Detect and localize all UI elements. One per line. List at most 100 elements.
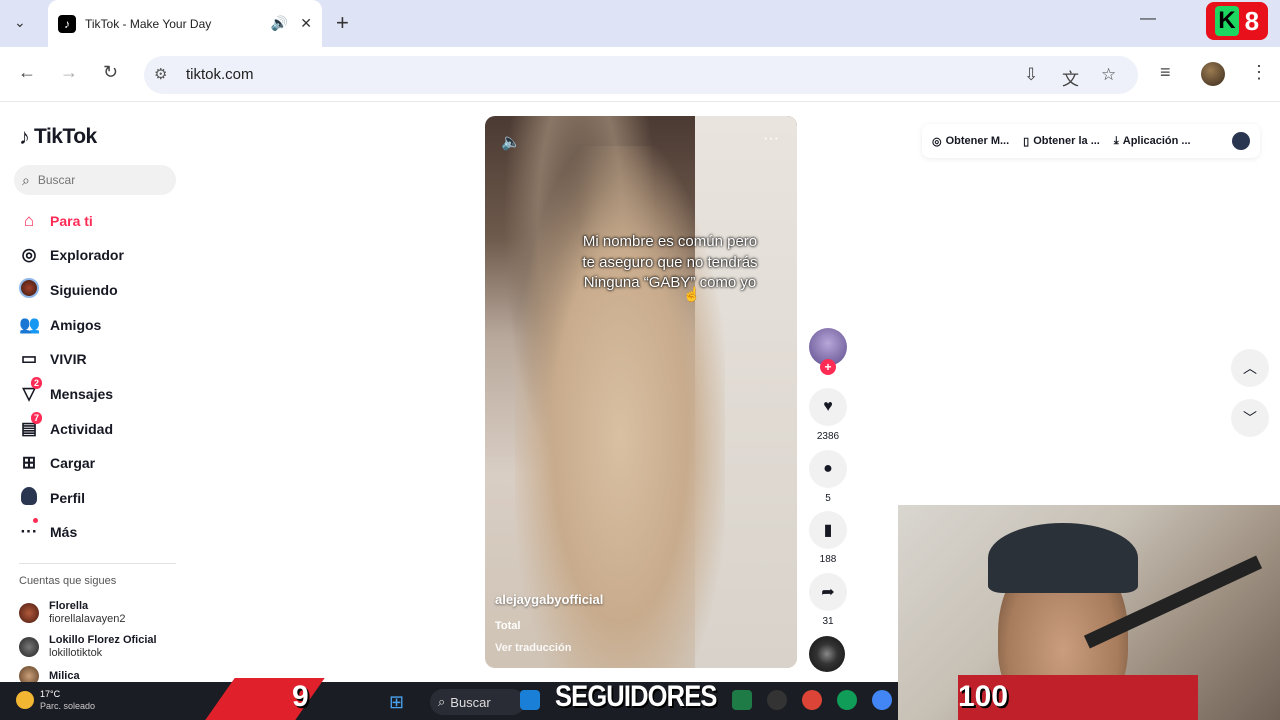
excel-icon[interactable] [732, 690, 752, 710]
followed-account[interactable]: Lokillo Florez Oficial lokillotiktok [19, 634, 157, 660]
sidebar-item-amigos[interactable]: 👥 Amigos [19, 310, 101, 340]
sidebar-item-perfil[interactable]: Perfil [19, 483, 85, 513]
profile-icon [19, 486, 39, 510]
sidebar-divider [19, 563, 176, 564]
logo-text: TikTok [34, 125, 97, 148]
forward-icon[interactable]: → [60, 62, 78, 83]
close-tab-icon[interactable]: ✕ [300, 15, 312, 32]
previous-video-button[interactable]: ︿ [1231, 349, 1269, 387]
sidebar-item-label: VIVIR [50, 351, 87, 367]
video-caption: Mi nombre es común pero te aseguro que n… [555, 232, 785, 294]
chrome-profile-icon[interactable] [837, 690, 857, 710]
browser-toolbar: ← → ↻ ⚙ tiktok.com ⇩ 文 ☆ ≡ ⋮ [0, 47, 1280, 102]
tab-search-chevron-icon[interactable]: ⌄ [14, 14, 26, 31]
sidebar-item-label: Cargar [50, 455, 96, 471]
webcam-overlay [898, 505, 1280, 720]
coin-icon: ◎ [932, 135, 942, 148]
next-video-button[interactable]: ﹀ [1231, 399, 1269, 437]
desktop-app-button[interactable]: ⤓ Aplicación ... [1114, 135, 1191, 148]
more-icon: ··· [19, 518, 39, 542]
follower-counter-current: 9 [292, 680, 309, 713]
taskbar-search[interactable]: ⌕ Buscar [430, 689, 525, 715]
following-accounts-title: Cuentas que sigues [19, 575, 117, 587]
user-avatar[interactable] [1232, 132, 1250, 150]
browser-menu-icon[interactable]: ⋮ [1250, 62, 1268, 83]
reload-icon[interactable]: ↻ [103, 62, 118, 83]
share-button[interactable]: ➦ 31 [809, 573, 847, 627]
tiktok-logo[interactable]: ♪ TikTok [19, 124, 97, 150]
address-bar[interactable]: ⚙ tiktok.com ⇩ 文 ☆ [144, 56, 1138, 94]
search-box[interactable]: ⌕ [14, 165, 176, 195]
overlay-k-number: 8 [1244, 5, 1260, 36]
comment-icon: ● [809, 450, 847, 488]
comment-count: 5 [825, 493, 831, 504]
sidebar-item-para-ti[interactable]: ⌂ Para ti [19, 206, 93, 236]
get-coins-button[interactable]: ◎ Obtener M... [932, 135, 1009, 148]
sidebar-item-cargar[interactable]: ⊞ Cargar [19, 448, 95, 478]
caption-line: Ninguna “GABY” como yo [583, 274, 757, 291]
volume-icon[interactable]: 🔈 [501, 132, 521, 152]
activity-badge: 7 [31, 412, 43, 424]
sidebar-item-siguiendo[interactable]: Siguiendo [19, 275, 118, 305]
video-figure [515, 146, 725, 668]
overlay-k-badge: K 8 [1206, 2, 1268, 40]
webcam-cap [988, 523, 1138, 593]
sidebar-item-vivir[interactable]: ▭ VIVIR [19, 344, 87, 374]
save-button[interactable]: ▮ 188 [809, 511, 847, 565]
windows-start-icon[interactable]: ⊞ [389, 692, 404, 713]
minimize-icon[interactable]: — [1140, 10, 1156, 28]
translate-icon[interactable]: 文 [1062, 65, 1079, 90]
pill-label: Aplicación ... [1122, 135, 1191, 147]
sidebar-item-explorador[interactable]: ◎ Explorador [19, 240, 124, 270]
sidebar-item-label: Perfil [50, 490, 86, 506]
sidebar-item-label: Explorador [50, 247, 124, 263]
comment-button[interactable]: ● 5 [809, 450, 847, 504]
share-count: 31 [822, 616, 834, 627]
account-name: Milica [49, 669, 80, 682]
video-player[interactable]: 🔈 ··· Mi nombre es común pero te aseguro… [485, 116, 797, 668]
compass-icon: ◎ [21, 245, 37, 264]
sidebar-item-label: Mensajes [50, 386, 114, 402]
video-description: Total [495, 620, 521, 632]
browser-profile-avatar[interactable] [1201, 62, 1225, 86]
video-more-icon[interactable]: ··· [763, 130, 779, 148]
activity-icon: ▤ 7 [19, 412, 43, 439]
chrome-icon[interactable] [802, 690, 822, 710]
speaker-icon[interactable]: 🔊 [271, 15, 288, 32]
back-icon[interactable]: ← [18, 62, 36, 83]
caption-line: te aseguro que no tendrás [582, 253, 758, 271]
followed-account[interactable]: Florella fiorellalavayen2 [19, 600, 125, 626]
like-button[interactable]: ♥ 2386 [809, 388, 847, 442]
browser-tab[interactable]: ♪ TikTok - Make Your Day 🔊 ✕ [48, 0, 322, 47]
following-avatar-icon [19, 277, 39, 303]
sidebar-item-label: Más [50, 524, 78, 540]
live-icon: ▭ [20, 349, 38, 368]
home-icon: ⌂ [23, 211, 35, 230]
video-author[interactable]: alejaygabyofficial [495, 592, 603, 607]
save-count: 188 [819, 554, 837, 565]
avatar [19, 637, 39, 657]
weather-widget[interactable]: 17°C Parc. soleado [16, 688, 95, 712]
sidebar-item-actividad[interactable]: ▤ 7 Actividad [19, 412, 113, 444]
temperature: 17°C [40, 689, 61, 699]
sidebar-item-mas[interactable]: ··· Más [19, 517, 77, 547]
pill-label: Obtener M... [945, 135, 1010, 147]
edge-icon[interactable] [520, 690, 540, 710]
bookmark-star-icon[interactable]: ☆ [1101, 65, 1116, 85]
url-text[interactable]: tiktok.com [186, 66, 254, 83]
obs-icon[interactable] [767, 690, 787, 710]
sidebar-item-mensajes[interactable]: ▽ 2 Mensajes [19, 377, 114, 409]
like-count: 2386 [816, 431, 840, 442]
pill-label: Obtener la ... [1033, 135, 1100, 147]
site-settings-icon[interactable]: ⚙ [154, 65, 167, 83]
see-translation-link[interactable]: Ver traducción [495, 642, 571, 654]
chrome-profile-2-icon[interactable] [872, 690, 892, 710]
new-tab-icon[interactable]: + [336, 10, 349, 36]
taskbar-search-label: Buscar [450, 694, 491, 710]
follow-plus-icon[interactable]: + [820, 359, 836, 375]
install-app-icon[interactable]: ⇩ [1024, 65, 1038, 85]
search-input[interactable] [37, 173, 148, 187]
media-control-icon[interactable]: ≡ [1160, 62, 1171, 83]
get-app-button[interactable]: ▯ Obtener la ... [1023, 135, 1100, 148]
music-disc-icon[interactable] [809, 636, 845, 672]
